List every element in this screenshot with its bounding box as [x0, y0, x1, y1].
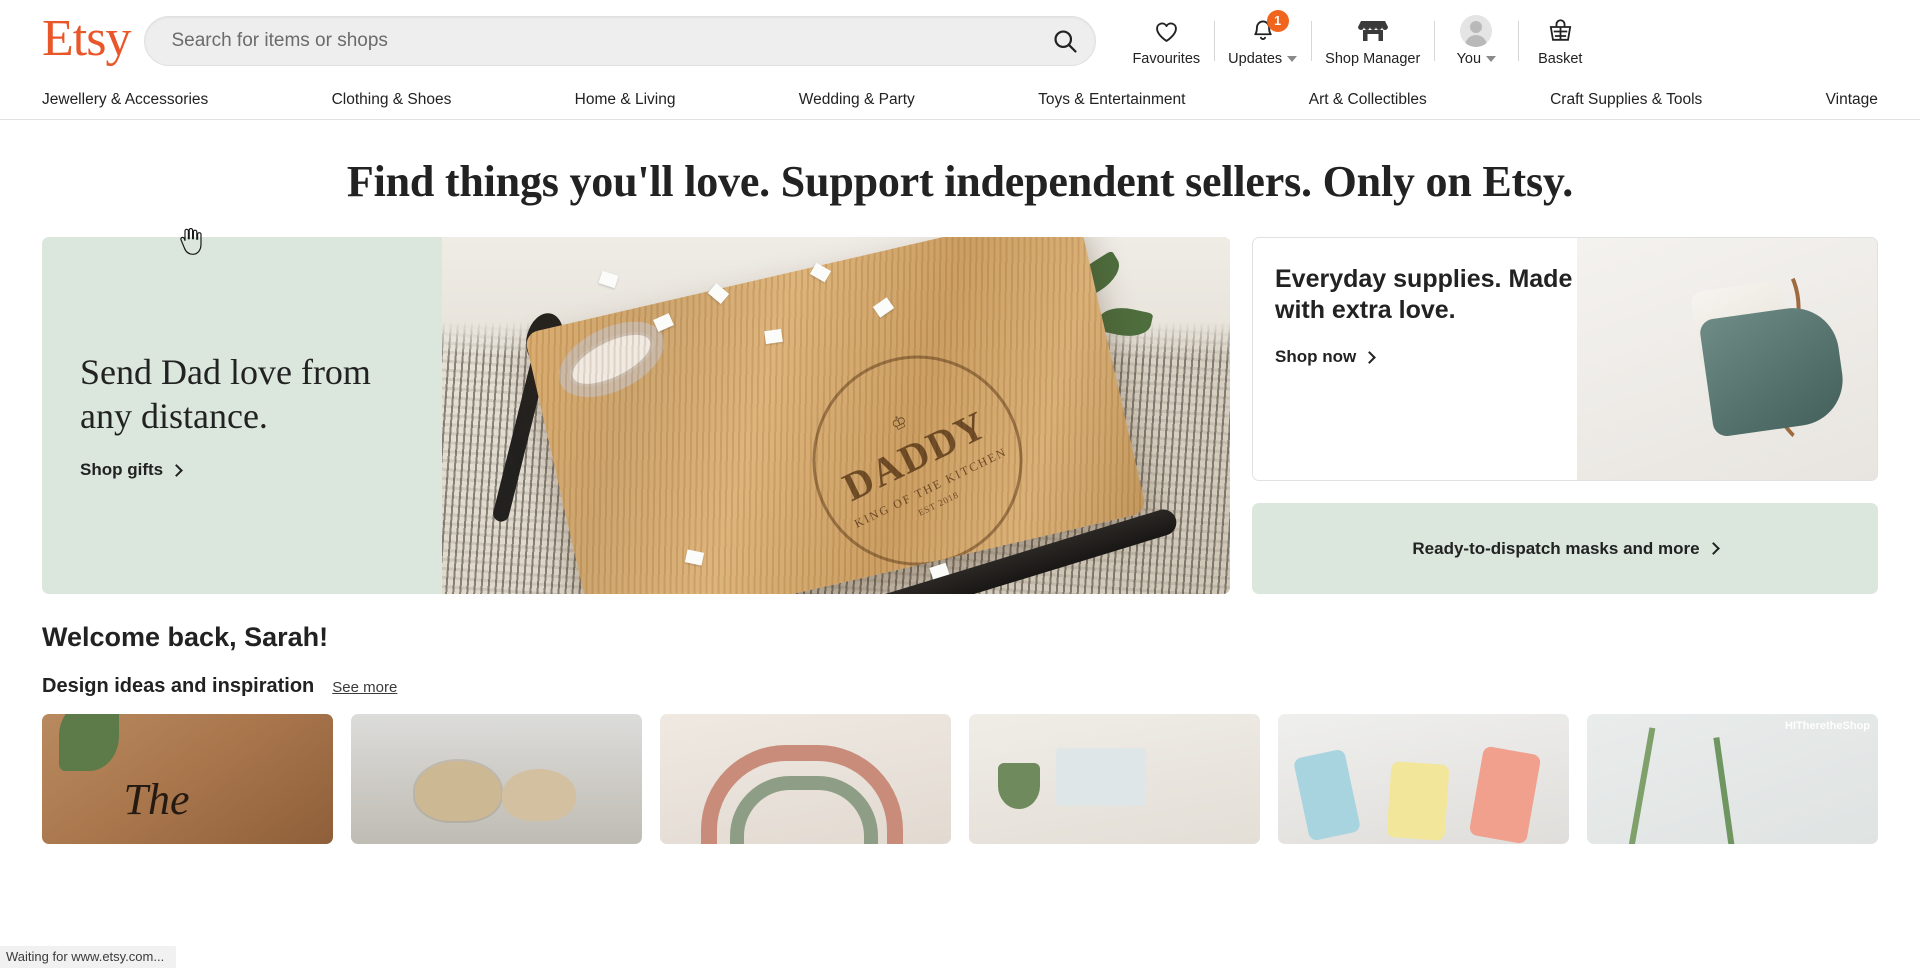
header-actions: Favourites 1 Updates Shop Manager You Ba…: [1118, 10, 1602, 72]
thumbnail-succulent-box[interactable]: [969, 714, 1260, 844]
header-basket-label: Basket: [1538, 51, 1583, 67]
supplies-image: [1577, 238, 1877, 480]
search-input[interactable]: [171, 30, 1046, 52]
category-nav-list: Jewellery & Accessories Clothing & Shoes…: [42, 91, 1878, 111]
supplies-title: Everyday supplies. Made with extra love.: [1275, 265, 1573, 324]
search-icon: [1054, 30, 1078, 53]
shop-now-link[interactable]: Shop now: [1275, 347, 1577, 367]
browser-status-bar: Waiting for www.etsy.com...: [0, 946, 177, 968]
header-shop-manager[interactable]: Shop Manager: [1311, 10, 1434, 72]
header-updates[interactable]: 1 Updates: [1214, 10, 1311, 72]
avatar: [1460, 15, 1493, 47]
promo-card-ready-to-dispatch[interactable]: Ready-to-dispatch masks and more: [1252, 503, 1878, 594]
updates-badge: 1: [1266, 10, 1289, 32]
nav-item-home-living[interactable]: Home & Living: [575, 91, 676, 111]
nav-item-toys[interactable]: Toys & Entertainment: [1038, 91, 1185, 111]
page-title: Find things you'll love. Support indepen…: [346, 157, 1574, 206]
nav-item-wedding-party[interactable]: Wedding & Party: [799, 91, 915, 111]
shop-now-label: Shop now: [1275, 347, 1357, 366]
chevron-right-icon: [170, 464, 183, 477]
shop-gifts-label: Shop gifts: [80, 460, 164, 480]
crown-icon: ♔: [887, 409, 911, 435]
shop-gifts-link[interactable]: Shop gifts: [80, 460, 408, 480]
thumbnail-watermark: HITheretheShop: [1785, 720, 1870, 732]
heart-icon: [1153, 15, 1180, 47]
thumbnail-doormat[interactable]: [42, 714, 333, 844]
design-ideas-header: Design ideas and inspiration See more: [0, 653, 1920, 698]
engraving-main: DADDY: [835, 400, 995, 509]
see-more-link[interactable]: See more: [332, 679, 397, 696]
updates-text: Updates: [1228, 51, 1283, 67]
header-favourites[interactable]: Favourites: [1118, 10, 1214, 72]
header-shop-manager-label: Shop Manager: [1325, 51, 1421, 67]
promo-gifts-title: Send Dad love from any distance.: [80, 351, 371, 436]
chevron-down-icon: [1287, 56, 1298, 62]
header-you[interactable]: You: [1434, 10, 1518, 72]
header-basket[interactable]: Basket: [1518, 10, 1602, 72]
promo-gifts-image: ♔ DADDY KING OF THE KITCHEN EST 2018: [442, 237, 1230, 594]
promo-card-supplies[interactable]: Everyday supplies. Made with extra love.…: [1252, 237, 1878, 481]
nav-item-craft-supplies[interactable]: Craft Supplies & Tools: [1550, 91, 1702, 111]
promo-grid: Send Dad love from any distance. Shop gi…: [0, 237, 1920, 594]
nav-item-art[interactable]: Art & Collectibles: [1309, 91, 1427, 111]
nav-item-jewellery[interactable]: Jewellery & Accessories: [42, 91, 208, 111]
thumbnail-plant-stems[interactable]: HITheretheShop: [1587, 714, 1878, 844]
site-header: Etsy Favourites 1: [0, 0, 1920, 82]
storefront-icon: [1357, 15, 1388, 47]
chevron-right-icon: [1363, 350, 1377, 364]
engraving-sub: KING OF THE KITCHEN: [851, 443, 1009, 530]
etsy-logo[interactable]: Etsy: [42, 13, 131, 65]
header-favourites-label: Favourites: [1132, 51, 1201, 67]
search-button[interactable]: [1045, 21, 1085, 61]
engraving-est: EST 2018: [916, 488, 961, 517]
ready-to-dispatch-label: Ready-to-dispatch masks and more: [1412, 538, 1700, 558]
category-nav: Jewellery & Accessories Clothing & Shoes…: [0, 82, 1920, 120]
header-updates-label: Updates: [1228, 51, 1298, 67]
design-ideas-thumbnails: HITheretheShop: [0, 698, 1920, 844]
thumbnail-macrame-rainbow[interactable]: [660, 714, 951, 844]
promo-right-column: Everyday supplies. Made with extra love.…: [1252, 237, 1878, 594]
basket-icon: [1547, 15, 1574, 47]
bell-icon: 1: [1250, 10, 1289, 47]
promo-card-gifts[interactable]: Send Dad love from any distance. Shop gi…: [42, 237, 1230, 594]
thumbnail-pendant-lamps[interactable]: [351, 714, 642, 844]
chevron-right-icon: [1706, 542, 1720, 555]
section-title: Design ideas and inspiration: [42, 675, 315, 697]
chevron-down-icon: [1486, 56, 1497, 62]
nav-item-clothing[interactable]: Clothing & Shoes: [332, 91, 452, 111]
nav-item-vintage[interactable]: Vintage: [1826, 91, 1878, 111]
welcome-heading: Welcome back, Sarah!: [42, 622, 329, 652]
search-bar[interactable]: [144, 16, 1097, 66]
thumbnail-pastel-candles[interactable]: [1278, 714, 1569, 844]
header-you-label: You: [1456, 51, 1497, 67]
you-text: You: [1456, 51, 1482, 67]
